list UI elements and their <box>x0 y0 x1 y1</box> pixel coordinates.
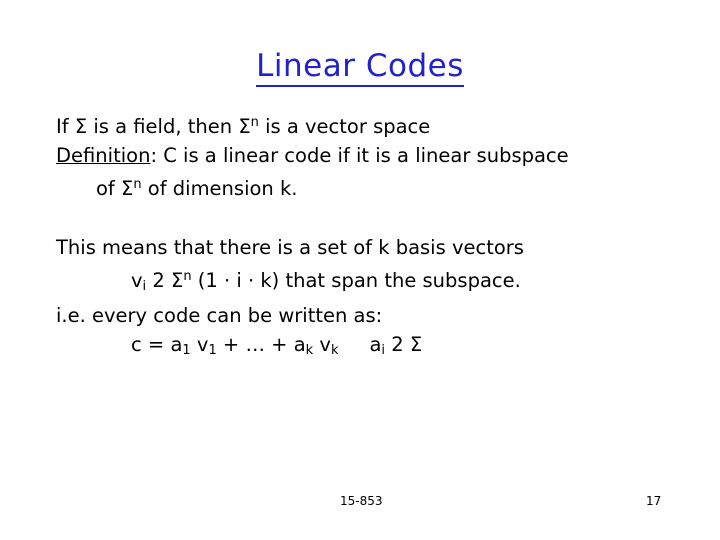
text-run: a <box>338 333 382 356</box>
text-run: v <box>190 333 209 356</box>
text-run: : C is a linear code if it is a linear s… <box>150 144 569 167</box>
text-run: of dimension k. <box>141 177 298 200</box>
text-run: Σ <box>121 177 134 200</box>
text-run: If <box>56 115 75 138</box>
text-run: This means that there is a set of k basi… <box>56 236 524 259</box>
text-run: Σ <box>238 115 251 138</box>
text-run: is a field, then <box>87 115 239 138</box>
slide-body: If Σ is a field, then Σn is a vector spa… <box>56 108 676 365</box>
text-run: n <box>183 269 192 284</box>
text-run: c = a <box>131 333 183 356</box>
text-run: 1 <box>208 343 217 358</box>
text-run: 2 <box>385 333 410 356</box>
text-run: (1 · i · k) that span the subspace. <box>191 269 521 292</box>
text-run: n <box>250 115 259 130</box>
text-line: Definition: C is a linear code if it is … <box>56 141 676 170</box>
slide: Linear Codes If Σ is a field, then Σn is… <box>0 0 720 540</box>
text-run: 1 <box>182 343 191 358</box>
text-line: This means that there is a set of k basi… <box>56 233 676 262</box>
text-line: c = a1 v1 + … + ak vk ai 2 Σ <box>56 330 676 365</box>
text-run: is a vector space <box>258 115 431 138</box>
text-run: v <box>313 333 331 356</box>
page-title: Linear Codes <box>0 48 720 87</box>
text-run: v <box>131 269 143 292</box>
text-run: Σ <box>74 115 88 138</box>
text-run: Σ <box>409 333 423 356</box>
text-run: 2 <box>146 269 171 292</box>
text-run: Σ <box>170 269 184 292</box>
text-run: + … + a <box>216 333 306 356</box>
footer-page-number: 17 <box>646 494 662 508</box>
text-line: of Σn of dimension k. <box>56 170 676 203</box>
text-run: of <box>96 177 121 200</box>
text-line: i.e. every code can be written as: <box>56 301 676 330</box>
text-line: vi 2 Σn (1 · i · k) that span the subspa… <box>56 262 676 301</box>
text-line: If Σ is a field, then Σn is a vector spa… <box>56 108 676 141</box>
text-run: i.e. every code can be written as: <box>56 304 383 327</box>
page-title-text: Linear Codes <box>256 48 464 87</box>
text-run: n <box>133 177 142 192</box>
text-run: Definition <box>56 144 151 167</box>
footer-course-code: 15-853 <box>340 494 383 508</box>
